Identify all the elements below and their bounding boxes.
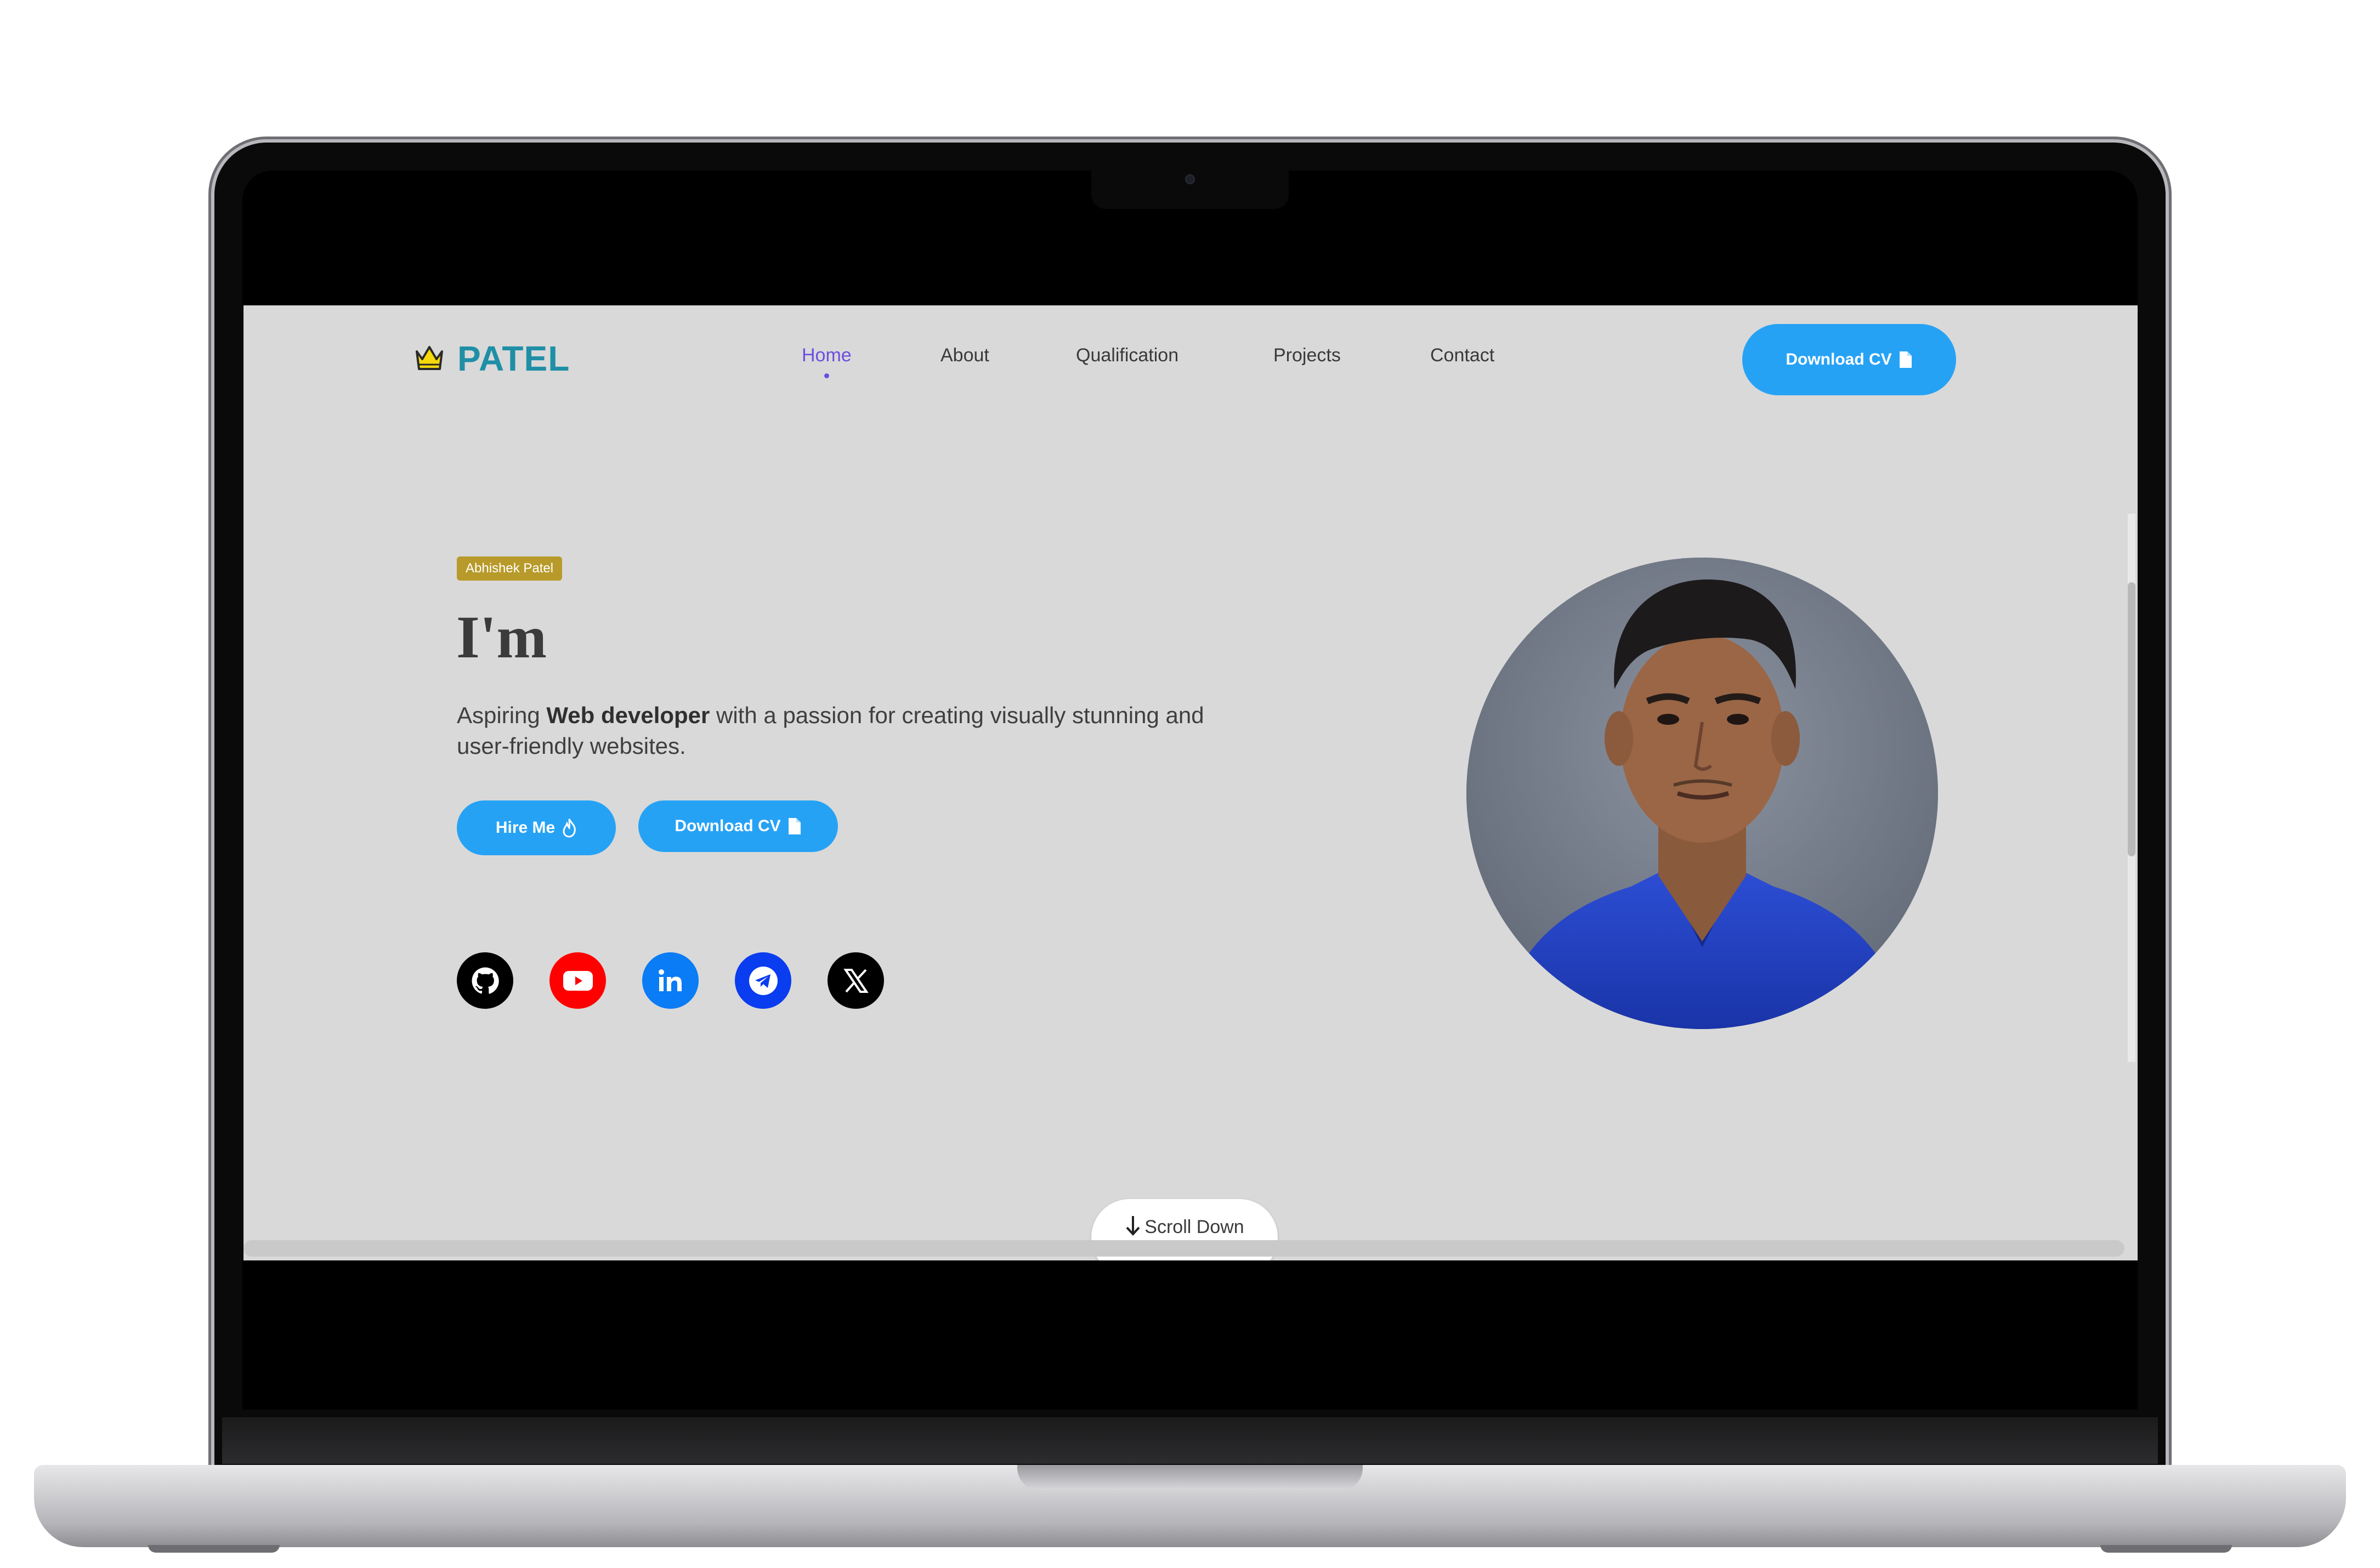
navbar: PATEL Home About Qualification Projects … — [243, 305, 2138, 418]
camera-icon — [1185, 174, 1195, 184]
linkedin-link[interactable] — [642, 952, 699, 1009]
youtube-link[interactable] — [549, 952, 606, 1009]
button-label: Hire Me — [495, 819, 556, 837]
file-icon — [788, 818, 801, 834]
github-icon — [472, 967, 499, 994]
nav-download-cv-button[interactable]: Download CV — [1742, 324, 1956, 395]
social-links — [457, 952, 920, 1009]
vertical-scrollbar-thumb[interactable] — [2128, 582, 2135, 856]
desc-highlight: Web developer — [546, 702, 710, 728]
nav-link-about[interactable]: About — [940, 345, 989, 366]
flame-icon — [563, 819, 576, 838]
github-link[interactable] — [457, 952, 513, 1009]
laptop-foot-left — [148, 1545, 280, 1553]
profile-photo — [1466, 558, 1938, 1029]
nav-link-label: Contact — [1430, 345, 1495, 366]
nav-link-label: Qualification — [1076, 345, 1179, 366]
horizontal-scrollbar[interactable] — [243, 1240, 2124, 1257]
name-badge: Abhishek Patel — [457, 556, 563, 581]
laptop-mockup: PATEL Home About Qualification Projects … — [0, 0, 2380, 1568]
nav-link-contact[interactable]: Contact — [1430, 345, 1494, 366]
laptop-base-notch — [1017, 1465, 1363, 1490]
browser-viewport: PATEL Home About Qualification Projects … — [243, 305, 2138, 1260]
profile-photo-illustration — [1466, 558, 1938, 1029]
hero-title: I'm — [456, 604, 547, 671]
button-label: Download CV — [1786, 350, 1892, 368]
linkedin-icon — [658, 969, 682, 991]
nav-link-qualification[interactable]: Qualification — [1076, 345, 1178, 366]
laptop-hinge — [222, 1417, 2158, 1464]
scroll-down-label: Scroll Down — [1144, 1217, 1244, 1237]
x-icon — [843, 968, 869, 993]
youtube-icon — [563, 970, 593, 991]
nav-link-home[interactable]: Home — [802, 345, 852, 378]
arrow-down-icon — [1126, 1216, 1140, 1236]
telegram-icon — [749, 966, 778, 995]
laptop-foot-right — [2100, 1545, 2232, 1553]
nav-link-label: Home — [802, 345, 852, 366]
hero-description: Aspiring Web developer with a passion fo… — [457, 700, 1225, 762]
x-twitter-link[interactable] — [828, 952, 884, 1009]
hire-me-button[interactable]: Hire Me — [457, 800, 616, 855]
file-icon — [1899, 351, 1912, 368]
nav-link-label: About — [940, 345, 989, 366]
button-label: Download CV — [675, 817, 781, 835]
telegram-link[interactable] — [735, 952, 791, 1009]
active-indicator-dot — [824, 373, 830, 378]
scroll-down-content: Scroll Down — [1091, 1214, 1278, 1238]
nav-link-projects[interactable]: Projects — [1273, 345, 1341, 366]
nav-link-label: Projects — [1273, 345, 1341, 366]
hero-download-cv-button[interactable]: Download CV — [638, 800, 838, 852]
desc-prefix: Aspiring — [457, 702, 547, 728]
